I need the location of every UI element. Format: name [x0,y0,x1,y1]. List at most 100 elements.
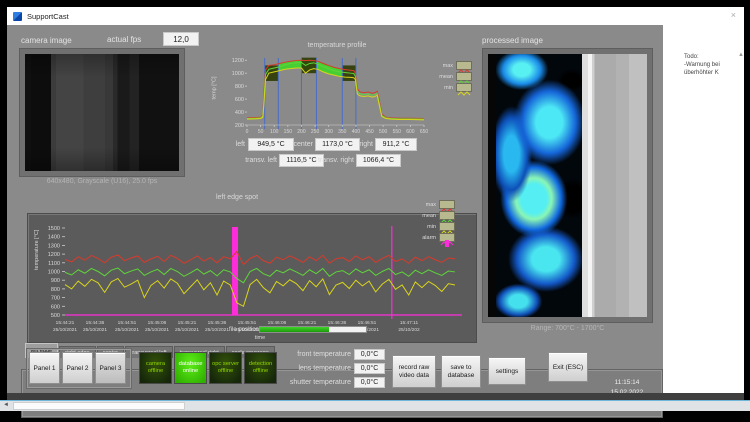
svg-text:700: 700 [51,296,60,302]
svg-text:25/10/2021: 25/10/2021 [175,327,199,333]
profile-legend-swatch-max-icon [456,61,472,70]
profile-legend-item-max: max [430,61,472,70]
clock-time: 11:15:14 [605,378,649,388]
notes-panel[interactable]: Todo: -Warnung bei überhöhter K [684,53,742,77]
readout-label-right: right [345,141,373,148]
svg-text:350: 350 [338,129,347,135]
file-position-progressbar[interactable] [259,326,367,333]
svg-text:25/10/2021: 25/10/2021 [83,327,107,333]
processed-image-label: processed image [482,36,543,45]
notes-line2: -Warnung bei überhöhter K [684,61,742,77]
exit-button[interactable]: Exit (ESC) [548,352,588,382]
svg-text:15:47:11: 15:47:11 [400,320,419,326]
trend-chart-legend: max mean min alarm [407,200,455,244]
svg-text:50: 50 [258,129,264,135]
readout-value-1: 1066,4 °C [356,154,401,167]
record-raw-video-button[interactable]: record raw video data [392,355,436,388]
status-opc-server[interactable]: opc serveroffline [209,352,242,384]
profile-legend-swatch-min-icon [456,83,472,92]
close-icon[interactable]: × [731,10,736,20]
temp-value-1: 0,0°C [354,363,385,374]
trend-legend-label: alarm [422,235,436,241]
trend-legend-label: max [426,202,436,208]
svg-text:400: 400 [352,129,361,135]
svg-text:15:44:51: 15:44:51 [118,320,137,326]
trend-legend-swatch-max-icon [439,200,455,209]
processed-image-frame [483,49,652,322]
actual-fps-label: actual fps [107,35,141,44]
trend-chart: 5006007008009001000110012001300140015001… [22,194,468,341]
status-camera[interactable]: cameraoffline [139,352,172,384]
svg-text:650: 650 [420,129,429,135]
horizontal-scrollbar-thumb[interactable] [13,402,185,410]
svg-text:25/10/2021: 25/10/2021 [115,327,139,333]
title-bar[interactable]: SupportCast × [7,7,744,25]
svg-text:25/10/2021: 25/10/2021 [53,327,77,333]
svg-text:1400: 1400 [48,235,60,241]
panel-button-3[interactable]: Panel 3 [95,352,126,384]
svg-text:200: 200 [235,123,244,129]
camera-caption: 640x480, Grayscale (U16), 25.0 fps [20,178,184,185]
svg-text:550: 550 [393,129,402,135]
notes-line1: Todo: [684,53,742,61]
svg-text:15:45:36: 15:45:36 [208,320,227,326]
panel-button-1[interactable]: Panel 1 [29,352,60,384]
svg-text:15:45:06: 15:45:06 [148,320,167,326]
main-panel: camera image actual fps 12,0 640x480, Gr… [7,25,663,393]
temp-label-2: shutter temperature [273,379,351,386]
svg-text:900: 900 [51,278,60,284]
processed-image-gray-band [582,54,647,317]
app-icon [13,12,22,21]
svg-text:15:44:21: 15:44:21 [56,320,75,326]
svg-text:1200: 1200 [232,58,244,64]
profile-chart-title: temperature profile [262,42,412,49]
trend-legend-item-mean: mean [407,211,455,220]
temp-value-0: 0,0°C [354,349,385,360]
svg-text:500: 500 [379,129,388,135]
trend-legend-swatch-min-icon [439,222,455,231]
svg-text:500: 500 [51,313,60,319]
profile-chart-legend: maxmeanmin [430,61,472,94]
readout-label-center: center [285,141,313,148]
profile-legend-swatch-mean-icon [456,72,472,81]
readout-label-0: transv. left [235,157,277,164]
svg-text:1500: 1500 [48,226,60,232]
status-database[interactable]: databaseonline [174,352,207,384]
save-to-database-button[interactable]: save to database [441,355,481,388]
svg-text:450: 450 [365,129,374,135]
client-area: camera image actual fps 12,0 640x480, Gr… [7,25,744,393]
fps-value: 12,0 [163,32,199,46]
processed-image [488,54,647,317]
scroll-left-icon[interactable]: ◄ [3,402,9,408]
camera-image-label: camera image [21,36,72,45]
profile-chart-ylabel: temp [°C] [211,77,217,100]
trend-legend-item-max: max [407,200,455,209]
svg-text:150: 150 [284,129,293,135]
svg-text:25/10/202: 25/10/202 [398,327,420,333]
trend-legend-swatch-alarm-icon [439,233,455,242]
temp-value-2: 0,0°C [354,377,385,388]
file-position-label: file position [229,327,259,333]
svg-text:25/10/2021: 25/10/2021 [145,327,169,333]
trend-legend-item-alarm: alarm [407,233,455,242]
svg-text:15:45:21: 15:45:21 [178,320,197,326]
readout-label-1: transv. right [309,157,354,164]
readout-label-left: left [210,141,245,148]
svg-text:800: 800 [51,287,60,293]
svg-text:100: 100 [270,129,279,135]
processed-image-thermal [496,54,582,317]
panel-button-2[interactable]: Panel 2 [62,352,93,384]
svg-text:25/10/2021: 25/10/2021 [205,327,229,333]
scroll-up-icon[interactable]: ▲ [738,52,744,58]
trend-legend-item-min: min [407,222,455,231]
svg-text:15:45:51: 15:45:51 [238,320,257,326]
svg-text:1300: 1300 [48,243,60,249]
screen: SupportCast × camera image actual fps 12… [0,0,750,422]
svg-text:time: time [255,335,265,341]
temp-label-1: lens temperature [279,365,351,372]
svg-text:1200: 1200 [48,252,60,258]
svg-text:1000: 1000 [232,71,244,77]
profile-legend-item-mean: mean [430,72,472,81]
trend-legend-label: mean [422,213,436,219]
settings-button[interactable]: settings [488,357,526,385]
